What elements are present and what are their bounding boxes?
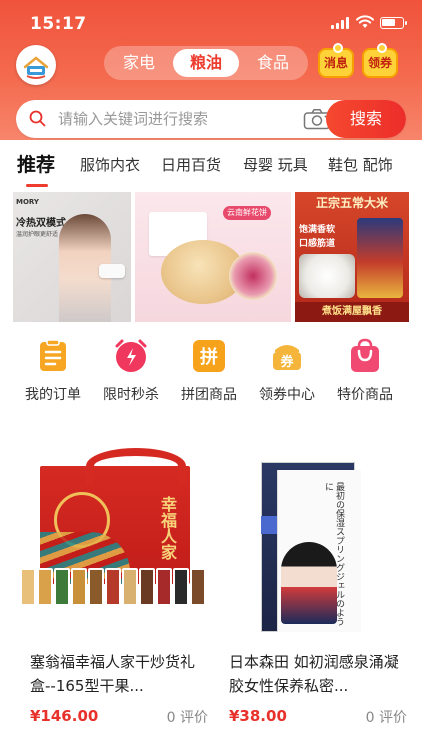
banner-flower-cake[interactable]: 云南鲜花饼: [135, 192, 291, 322]
banner-tag: 云南鲜花饼: [223, 206, 271, 220]
gift-box-handle: [86, 448, 186, 484]
status-bar: 15:17: [0, 0, 422, 44]
product-price: ¥38.00: [229, 707, 287, 725]
order-icon: [40, 339, 66, 371]
quick-group-buy[interactable]: 拼 拼团商品: [170, 336, 248, 412]
category-option-appliances[interactable]: 家电: [108, 46, 170, 80]
quick-flash-sale[interactable]: 限时秒杀: [92, 336, 170, 412]
quick-label: 限时秒杀: [103, 387, 159, 403]
gift-box-text: 幸福人家: [158, 496, 177, 560]
tab-mother-baby-toys[interactable]: 母婴 玩具: [243, 148, 308, 182]
banner-footer: 煮饭满屋飘香: [295, 302, 409, 322]
banner-strip: MORY 冷热双模式 温润护眼更舒适 云南鲜花饼 正宗五常大米 饱满香软 口感筋…: [13, 192, 409, 322]
app-logo[interactable]: [16, 45, 56, 85]
rice-bag-image: [357, 218, 403, 298]
banner-eye-massager[interactable]: MORY 冷热双模式 温润护眼更舒适: [13, 192, 131, 322]
rice-bowl-image: [299, 254, 355, 298]
tab-daily-goods[interactable]: 日用百货: [161, 148, 221, 182]
banner-title: 冷热双模式: [16, 218, 66, 229]
search-icon: [29, 110, 46, 127]
group-buy-icon: 拼: [193, 340, 225, 372]
status-time: 15:17: [30, 14, 87, 34]
product-review-count: 0 评价: [166, 710, 208, 726]
banner-brand-label: MORY: [16, 198, 39, 206]
quick-label: 领券中心: [259, 387, 315, 403]
alarm-clock-icon: [115, 339, 147, 372]
banner-subtitle: 温润护眼更舒适: [16, 231, 59, 238]
quick-special-offers[interactable]: 特价商品: [326, 336, 404, 412]
banner-rice[interactable]: 正宗五常大米 饱满香软 口感筋道 煮饭满屋飘香: [295, 192, 409, 322]
quick-coupon-center[interactable]: 券 领券中心: [248, 336, 326, 412]
snack-bags-image: [20, 568, 210, 608]
tab-clothing[interactable]: 服饰内衣: [80, 148, 140, 182]
banner-title: 正宗五常大米: [315, 196, 388, 210]
product-name: 日本森田 如初润感泉涌凝胶女性保养私密...: [229, 653, 399, 695]
banner-feature: 饱满香软: [299, 225, 336, 235]
category-option-grain-oil[interactable]: 粮油: [173, 49, 239, 77]
coupon-center-icon: 券: [273, 345, 301, 370]
product-box-illustration: [281, 542, 337, 624]
svg-text:拼: 拼: [200, 346, 218, 368]
message-button[interactable]: 消息: [318, 43, 354, 78]
tab-bags-accessories[interactable]: 鞋包 配饰: [328, 148, 393, 182]
search-input[interactable]: 请输入关键词进行搜索: [58, 100, 208, 138]
product-price: ¥146.00: [30, 707, 99, 725]
product-device-image: [99, 264, 125, 278]
shopping-bag-icon: [351, 338, 379, 372]
category-switch: 家电 粮油 食品: [104, 46, 308, 80]
rose-filling-image: [229, 252, 277, 300]
quick-actions: 我的订单 限时秒杀 拼 拼团商品 券 领券中心 特价商品: [0, 336, 422, 412]
category-tabs: 推荐 服饰内衣 日用百货 母婴 玩具 鞋包 配饰: [0, 148, 422, 188]
search-button[interactable]: 搜索: [326, 100, 406, 138]
quick-my-orders[interactable]: 我的订单: [14, 336, 92, 412]
wifi-icon: [356, 15, 374, 28]
quick-label: 我的订单: [25, 387, 81, 403]
product-image: 最初の保湿スプリングジェルのように: [213, 440, 413, 645]
cellular-signal-icon: [331, 17, 351, 29]
search-bar: 请输入关键词进行搜索 搜索: [16, 100, 406, 138]
banner-feature: 口感筋道: [299, 239, 336, 249]
coupon-button[interactable]: 领券: [362, 43, 398, 78]
svg-text:券: 券: [279, 354, 294, 370]
quick-label: 拼团商品: [181, 387, 237, 403]
product-card[interactable]: 幸福人家 塞翁福幸福人家干炒货礼盒--165型干果... ¥146.00 0 评…: [14, 440, 214, 740]
product-image: 幸福人家: [14, 440, 214, 645]
product-name: 塞翁福幸福人家干炒货礼盒--165型干果...: [30, 653, 196, 695]
product-card[interactable]: 最初の保湿スプリングジェルのように 日本森田 如初润感泉涌凝胶女性保养私密...…: [213, 440, 413, 740]
active-tab-indicator: [26, 184, 48, 187]
quick-label: 特价商品: [337, 387, 393, 403]
tab-recommend[interactable]: 推荐: [17, 148, 55, 182]
category-option-food[interactable]: 食品: [242, 46, 304, 80]
product-review-count: 0 评价: [365, 710, 407, 726]
battery-icon: [380, 17, 407, 29]
